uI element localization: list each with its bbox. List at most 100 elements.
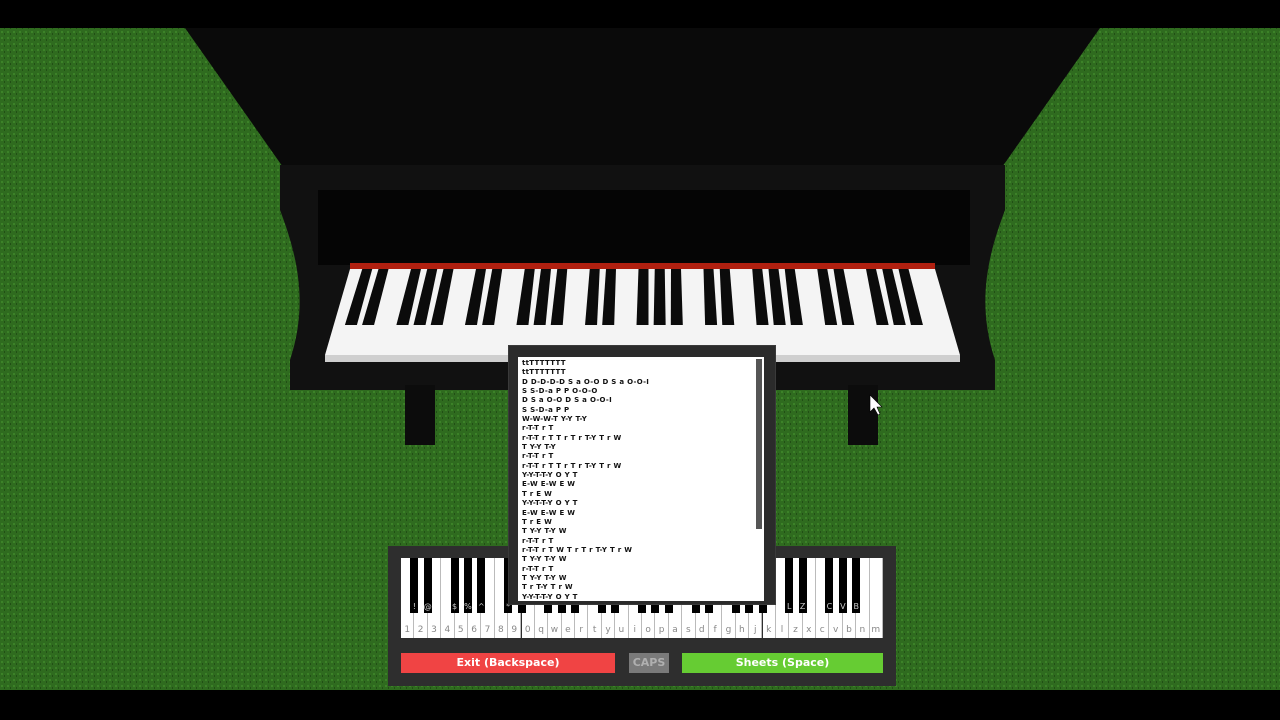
sheet-line: W-W-W-T Y-Y T-Y (522, 415, 588, 424)
piano-lid (185, 28, 1100, 170)
sheet-line: r-T-T r T (522, 424, 554, 433)
sheet-line: r-T-T r T W T r T r T-Y T r W (522, 545, 633, 554)
sheet-line: Y-Y-T-T-Y O Y T (522, 471, 578, 480)
key-label: u (618, 625, 625, 635)
sheet-line: r-T-T r T (522, 452, 554, 461)
sheet-line: T Y-Y T-Y W (522, 527, 567, 536)
piano-leg-right (848, 385, 878, 445)
key-label: y (605, 625, 611, 635)
piano-felt (350, 263, 935, 269)
sheet-line: Y-Y-T-T-Y O Y T (522, 499, 578, 508)
letterbox-top (0, 0, 1280, 28)
sheet-scrollbar[interactable] (756, 359, 762, 529)
sheet-paper[interactable]: ttTTTTTTT ttTTTTTTT D D-D-D-D S a O-O D S … (518, 357, 764, 601)
sheet-panel: ttTTTTTTT ttTTTTTTT D D-D-D-D S a O-O D S … (508, 345, 776, 605)
black-key[interactable]: Z (798, 558, 807, 613)
piano-fallboard (318, 190, 970, 265)
key-label: L (787, 602, 792, 611)
key-label: B (853, 602, 859, 611)
key-label: h (739, 625, 745, 635)
key-label: @ (423, 602, 432, 611)
sheet-line: T Y-Y T-Y (522, 443, 557, 452)
key-label: p (658, 625, 665, 635)
key-label: 9 (511, 625, 518, 635)
key-label: 1 (404, 625, 411, 635)
sheet-line: r-T-T r T (522, 564, 554, 573)
sheet-line: S S-D-a P P O-O-O (522, 387, 598, 396)
key-label: d (698, 625, 705, 635)
sheet-line: E-W E-W E W (522, 480, 576, 489)
key-label: ^ (477, 602, 485, 611)
black-key[interactable]: C (825, 558, 834, 613)
black-key[interactable]: ! (410, 558, 419, 613)
black-key[interactable]: V (838, 558, 847, 613)
key-label: n (859, 625, 866, 635)
key-label: % (464, 602, 472, 611)
sheet-line: T r E W (522, 489, 553, 498)
key-label: j (754, 625, 757, 635)
key-label: f (713, 625, 717, 635)
sheet-line: T Y-Y T-Y W (522, 573, 567, 582)
piano-black-key (670, 269, 683, 325)
key-label: z (793, 625, 798, 635)
black-key[interactable]: L (785, 558, 794, 613)
key-label: q (538, 625, 544, 635)
key-label: 6 (471, 625, 477, 635)
key-label: 0 (524, 625, 531, 635)
sheet-line: r-T-T r T (522, 536, 554, 545)
key-label: x (806, 625, 812, 635)
sheet-text: ttTTTTTTT ttTTTTTTT D D-D-D-D S a O-O D S … (522, 359, 649, 601)
sheet-line: D D-D-D-D S a O-O D S a O-O-I (522, 377, 650, 386)
key-label: m (871, 625, 881, 635)
black-key[interactable]: B (852, 558, 861, 613)
key-label: a (672, 625, 678, 635)
white-key[interactable]: m (869, 558, 883, 638)
sheet-line: r-T-T r T T r T r T-Y T r W (522, 433, 622, 442)
sheets-button[interactable]: Sheets (Space) (682, 653, 883, 673)
black-key[interactable]: ^ (477, 558, 486, 613)
key-label: k (766, 625, 772, 635)
key-label: C (826, 602, 833, 611)
key-label: c (819, 625, 825, 635)
key-label: b (846, 625, 852, 635)
key-label: 3 (431, 625, 437, 635)
sheet-line: T r T-Y T r W (522, 583, 573, 592)
key-label: V (840, 602, 846, 611)
sheet-line: r-T-T r T T r T r T-Y T r W (522, 461, 622, 470)
sheet-line: T Y-Y T-Y W (522, 555, 567, 564)
piano-leg-left (405, 385, 435, 445)
key-label: ! (412, 602, 416, 611)
piano-black-key (636, 269, 649, 325)
letterbox-bottom (0, 690, 1280, 720)
key-label: i (633, 625, 637, 635)
sheet-line: ttTTTTTTT (522, 359, 566, 367)
sheet-line: ttTTTTTTT (522, 368, 566, 377)
key-label: $ (452, 602, 458, 611)
piano-black-key (653, 269, 666, 325)
black-key[interactable]: $ (450, 558, 459, 613)
sheet-line: Y-Y-T-T-Y O Y T (522, 592, 578, 601)
key-label: r (579, 625, 584, 635)
key-label: o (645, 625, 651, 635)
key-label: Z (799, 602, 806, 611)
sheet-line: E-W E-W E W (522, 508, 576, 517)
sheet-line: S S-D-a P P (522, 405, 570, 414)
key-label: g (725, 625, 732, 635)
black-key[interactable]: @ (423, 558, 432, 613)
key-label: 2 (417, 625, 424, 635)
black-key[interactable]: % (463, 558, 472, 613)
key-label: 7 (484, 625, 491, 635)
key-label: t (592, 625, 597, 635)
caps-button[interactable]: CAPS (629, 653, 669, 673)
key-label: e (565, 625, 571, 635)
exit-button[interactable]: Exit (Backspace) (401, 653, 615, 673)
key-label: l (780, 625, 784, 635)
key-label: 4 (444, 625, 451, 635)
sheet-line: T r E W (522, 517, 553, 526)
key-label: w (550, 625, 559, 635)
sheet-line: D S a O-O D S a O-O-I (522, 396, 613, 405)
key-label: 8 (498, 625, 504, 635)
key-label: v (832, 625, 839, 635)
key-label: 5 (457, 625, 464, 635)
key-label: s (685, 625, 691, 635)
